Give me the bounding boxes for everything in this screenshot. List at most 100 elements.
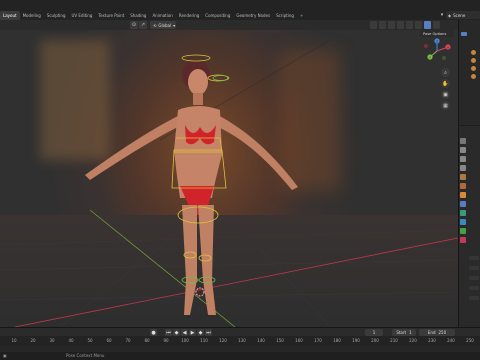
properties-panel[interactable] <box>458 126 480 327</box>
ruler-tick-label: 40 <box>68 338 74 343</box>
viewport-navigation: ⌕ ✋ ▣ ▦ <box>441 68 450 110</box>
xray-toggle-icon[interactable] <box>397 21 404 29</box>
constraint-tab-icon[interactable] <box>460 219 466 225</box>
play-icon[interactable]: ▶ <box>189 329 196 336</box>
timeline-ruler[interactable]: 10 20 30 40 50 60 70 80 90 100 110 120 130 140 150 160 1… <box>0 336 480 346</box>
navigation-gizmo[interactable]: X Y Z <box>418 34 456 64</box>
ruler-tick-label: 240 <box>447 338 455 343</box>
tab-layout[interactable]: Layout <box>0 11 20 20</box>
start-frame-field[interactable]: Start 1 <box>392 329 416 336</box>
render-tab-icon[interactable] <box>460 147 466 153</box>
world-tab-icon[interactable] <box>460 183 466 189</box>
material-tab-icon[interactable] <box>460 237 466 243</box>
rendered-shading-icon[interactable] <box>433 21 440 29</box>
gizmo-toggle-icon[interactable] <box>379 21 386 29</box>
ruler-tick-label: 20 <box>30 338 36 343</box>
start-label: Start <box>396 330 407 335</box>
outliner-panel[interactable] <box>458 20 480 125</box>
ruler-tick-label: 120 <box>219 338 227 343</box>
property-row[interactable] <box>469 266 479 270</box>
data-tab-icon[interactable] <box>460 228 466 234</box>
viewport-header: ⊙ ↗ ⟲ Global ▾ <box>0 20 458 30</box>
perspective-grid-icon[interactable]: ▦ <box>441 101 450 110</box>
scene-tab-icon[interactable] <box>460 174 466 180</box>
tab-texture-paint[interactable]: Texture Paint <box>95 11 127 20</box>
tab-sculpting[interactable]: Sculpting <box>44 11 69 20</box>
ruler-tick-label: 200 <box>371 338 379 343</box>
tab-compositing[interactable]: Compositing <box>202 11 233 20</box>
outliner-object-icon[interactable] <box>471 66 476 71</box>
tab-uv-editing[interactable]: UV Editing <box>69 11 96 20</box>
modifier-tab-icon[interactable] <box>460 201 466 207</box>
playback-controls: ● ⏮ ◆ ◀ ▶ ◆ ⏭ <box>150 329 212 336</box>
tab-modeling[interactable]: Modeling <box>20 11 44 20</box>
outliner-object-icon[interactable] <box>471 58 476 63</box>
x-axis-line <box>12 237 458 327</box>
camera-view-icon[interactable]: ▣ <box>441 90 450 99</box>
scene-selector[interactable]: ◈ Scene <box>446 11 480 19</box>
ruler-tick-label: 30 <box>49 338 55 343</box>
pan-hand-icon[interactable]: ✋ <box>441 79 450 88</box>
outliner-object-icon[interactable] <box>471 74 476 79</box>
tab-geometry-nodes[interactable]: Geometry Nodes <box>233 11 273 20</box>
ruler-tick-label: 70 <box>125 338 131 343</box>
ruler-tick-label: 230 <box>428 338 436 343</box>
gizmo-x-label: X <box>447 45 449 49</box>
scene-browse-icon[interactable]: ▾ <box>438 11 446 19</box>
property-row[interactable] <box>469 286 479 290</box>
end-frame-field[interactable]: End 250 <box>419 329 455 336</box>
solid-shading-icon[interactable] <box>415 21 422 29</box>
status-message: Pose Context Menu <box>66 353 105 358</box>
ruler-tick-label: 100 <box>181 338 189 343</box>
jump-end-icon[interactable]: ⏭ <box>205 329 212 336</box>
zoom-icon[interactable]: ⌕ <box>441 68 450 77</box>
prev-keyframe-icon[interactable]: ◆ <box>173 329 180 336</box>
physics-tab-icon[interactable] <box>460 210 466 216</box>
current-frame-field[interactable]: 1 <box>365 329 383 336</box>
object-tab-icon[interactable] <box>460 192 466 198</box>
orientation-icon[interactable]: ↗ <box>139 21 147 29</box>
viewport-shading-controls <box>370 21 440 29</box>
current-frame-value: 1 <box>372 330 376 335</box>
scene-icon: ◈ <box>448 12 452 18</box>
tab-rendering[interactable]: Rendering <box>176 11 202 20</box>
tool-tab-icon[interactable] <box>460 138 466 144</box>
scene-canvas <box>0 39 458 327</box>
property-row[interactable] <box>469 256 479 260</box>
ruler-tick-label: 140 <box>257 338 265 343</box>
ruler-tick-label: 250 <box>466 338 474 343</box>
head-control-bone[interactable] <box>212 75 230 81</box>
ruler-tick-label: 10 <box>11 338 17 343</box>
gizmo-y-label: Y <box>429 55 431 59</box>
ruler-tick-label: 210 <box>390 338 398 343</box>
overlay-toggle-icon[interactable] <box>388 21 395 29</box>
ruler-tick-label: 130 <box>238 338 246 343</box>
view-layer-tab-icon[interactable] <box>460 165 466 171</box>
ruler-tick-label: 60 <box>106 338 112 343</box>
ruler-tick-label: 160 <box>295 338 303 343</box>
wireframe-shading-icon[interactable] <box>406 21 413 29</box>
output-tab-icon[interactable] <box>460 156 466 162</box>
tab-animation[interactable]: Animation <box>149 11 175 20</box>
ruler-tick-label: 110 <box>200 338 208 343</box>
property-row[interactable] <box>469 296 479 300</box>
pivot-icon[interactable]: ⊙ <box>130 21 138 29</box>
play-reverse-icon[interactable]: ◀ <box>181 329 188 336</box>
tab-scripting[interactable]: Scripting <box>273 11 297 20</box>
transform-orientation-label: Global <box>158 22 172 28</box>
next-keyframe-icon[interactable]: ◆ <box>197 329 204 336</box>
record-icon[interactable]: ● <box>150 329 157 336</box>
outliner-object-icon[interactable] <box>471 50 476 55</box>
property-row[interactable] <box>469 276 479 280</box>
tab-shading[interactable]: Shading <box>127 11 149 20</box>
jump-start-icon[interactable]: ⏮ <box>165 329 172 336</box>
material-shading-icon[interactable] <box>424 21 431 29</box>
add-workspace-button[interactable]: + <box>297 11 306 20</box>
ruler-tick-label: 170 <box>314 338 322 343</box>
outliner-scene-icon <box>461 32 467 36</box>
3d-viewport[interactable]: Pose Options X Y Z ⌕ ✋ ▣ ▦ <box>0 30 458 327</box>
transform-orientation-dropdown[interactable]: ⟲ Global ▾ <box>150 21 176 29</box>
transform-icons: ⊙ ↗ <box>130 21 147 29</box>
visibility-icon[interactable] <box>370 21 377 29</box>
end-label: End <box>427 330 436 335</box>
